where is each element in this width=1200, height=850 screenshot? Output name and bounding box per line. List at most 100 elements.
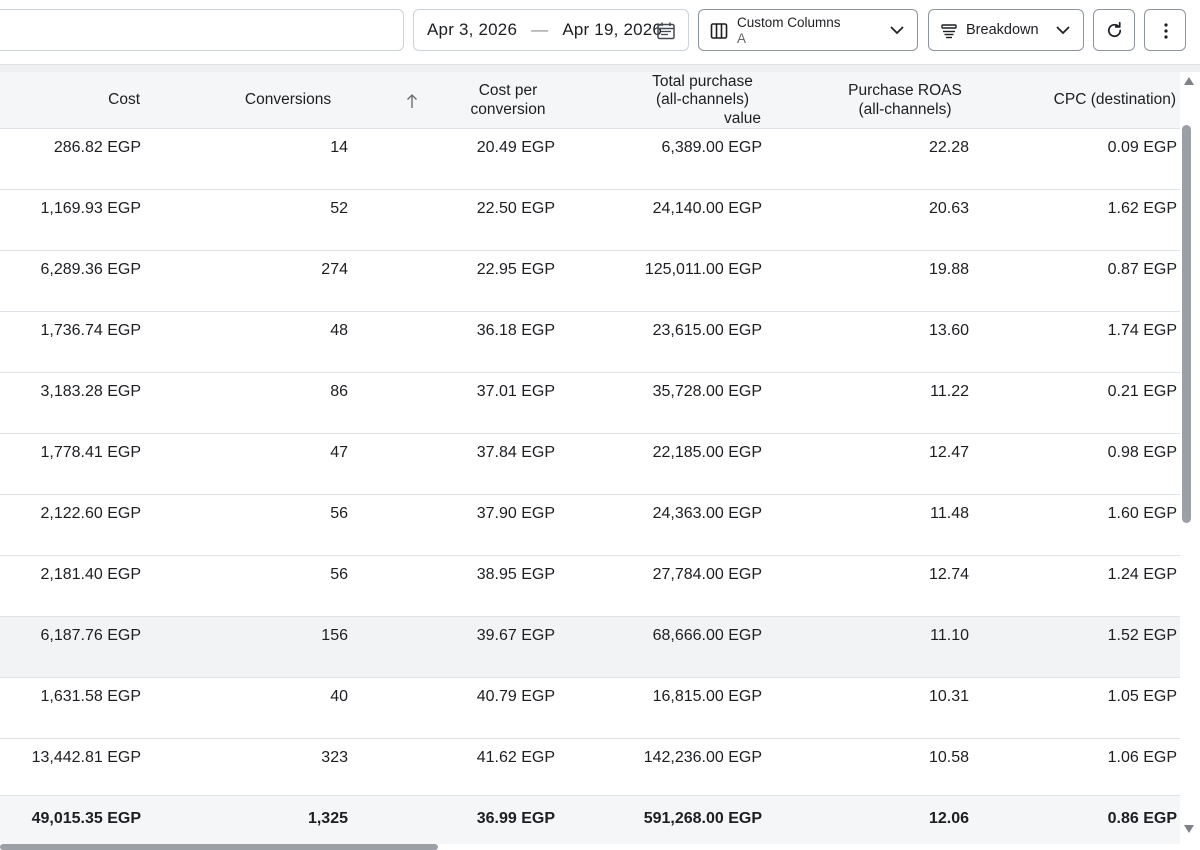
date-end: Apr 19, 2026 <box>562 20 663 39</box>
cell-conversions: 14 <box>330 139 348 156</box>
table-row[interactable]: 1,778.41 EGP 47 37.84 EGP 22,185.00 EGP 12.4… <box>0 434 1184 495</box>
vertical-scroll-thumb[interactable] <box>1182 125 1191 523</box>
cell-cost-per-conversion: 22.50 EGP <box>476 200 555 217</box>
cell-total-purchase-value: 68,666.00 EGP <box>652 627 762 644</box>
cell-cost: 3,183.28 EGP <box>40 383 141 400</box>
sort-ascending-arrow-icon[interactable] <box>405 92 419 110</box>
cell-conversions: 56 <box>330 505 348 522</box>
total-cost: 49,015.35 EGP <box>31 810 141 827</box>
cell-cost: 2,122.60 EGP <box>40 505 141 522</box>
scroll-down-arrow-icon[interactable] <box>1183 824 1195 834</box>
cell-total-purchase-value: 125,011.00 EGP <box>644 261 762 278</box>
cell-total-purchase-value: 22,185.00 EGP <box>652 444 762 461</box>
cell-purchase-roas: 12.47 <box>928 444 969 461</box>
custom-columns-preset: A <box>737 31 747 46</box>
cell-cost: 1,631.58 EGP <box>40 688 141 705</box>
cell-conversions: 156 <box>321 627 348 644</box>
cell-purchase-roas: 22.28 <box>928 139 969 156</box>
cell-purchase-roas: 19.88 <box>928 261 969 278</box>
cell-purchase-roas: 11.48 <box>930 505 969 522</box>
breakdown-icon <box>941 24 957 39</box>
cell-total-purchase-value: 24,140.00 EGP <box>652 200 762 217</box>
cell-cost-per-conversion: 39.67 EGP <box>476 627 555 644</box>
cell-cost: 2,181.40 EGP <box>40 566 141 583</box>
cell-cost: 6,187.76 EGP <box>40 627 141 644</box>
cell-cost: 1,778.41 EGP <box>40 444 141 461</box>
cell-cpc-destination: 1.62 EGP <box>1107 200 1177 217</box>
cell-cost: 1,169.93 EGP <box>40 200 141 217</box>
cell-conversions: 274 <box>321 261 348 278</box>
column-header-conversions[interactable]: Conversions <box>220 72 348 129</box>
cell-cost: 1,736.74 EGP <box>40 322 141 339</box>
table-row[interactable]: 6,187.76 EGP 156 39.67 EGP 68,666.00 EGP 11.… <box>0 617 1184 678</box>
cell-cpc-destination: 1.05 EGP <box>1107 688 1177 705</box>
refresh-icon <box>1107 21 1122 37</box>
total-cost-per-conversion: 36.99 EGP <box>476 810 555 827</box>
cell-cost: 286.82 EGP <box>53 139 141 156</box>
more-options-button[interactable] <box>1144 9 1186 51</box>
cell-cpc-destination: 1.24 EGP <box>1107 566 1177 583</box>
cell-total-purchase-value: 142,236.00 EGP <box>643 749 762 766</box>
cell-cost-per-conversion: 22.95 EGP <box>476 261 555 278</box>
cell-cpc-destination: 1.60 EGP <box>1107 505 1177 522</box>
cell-purchase-roas: 10.31 <box>928 688 969 705</box>
horizontal-scrollbar[interactable] <box>0 844 1184 850</box>
column-header-purchase-roas[interactable]: Purchase ROAS (all-channels) <box>820 72 990 129</box>
cell-purchase-roas: 11.10 <box>930 627 969 644</box>
cell-cpc-destination: 1.52 EGP <box>1107 627 1177 644</box>
cell-cpc-destination: 0.98 EGP <box>1107 444 1177 461</box>
cell-cpc-destination: 0.09 EGP <box>1107 139 1177 156</box>
chevron-down-icon <box>890 26 904 35</box>
column-header-cpc-destination[interactable]: CPC (destination) <box>1010 72 1176 129</box>
table-row[interactable]: 1,736.74 EGP 48 36.18 EGP 23,615.00 EGP 13.6… <box>0 312 1184 373</box>
total-purchase-value: 591,268.00 EGP <box>643 810 762 827</box>
table-row[interactable]: 6,289.36 EGP 274 22.95 EGP 125,011.00 EGP 19… <box>0 251 1184 312</box>
cell-cpc-destination: 0.87 EGP <box>1107 261 1177 278</box>
breakdown-dropdown[interactable]: Breakdown <box>928 9 1084 51</box>
cell-cost-per-conversion: 41.62 EGP <box>476 749 555 766</box>
column-header-cost-per-conversion[interactable]: Cost per conversion <box>430 72 586 129</box>
table-body: 286.82 EGP 14 20.49 EGP 6,389.00 EGP 22.28 0.… <box>0 129 1184 800</box>
toolbar-divider <box>0 64 1200 72</box>
cell-cost-per-conversion: 37.84 EGP <box>476 444 555 461</box>
table-row[interactable]: 1,169.93 EGP 52 22.50 EGP 24,140.00 EGP 20.6… <box>0 190 1184 251</box>
date-range-picker[interactable]: Apr 3, 2026 — Apr 19, 2026 <box>413 9 689 51</box>
custom-columns-dropdown[interactable]: Custom Columns A <box>698 9 918 51</box>
column-header-total-purchase-value[interactable]: Total purchase (all-channels) value <box>630 72 775 129</box>
breakdown-label: Breakdown <box>966 22 1039 38</box>
cell-purchase-roas: 20.63 <box>928 200 969 217</box>
cell-cost-per-conversion: 37.01 EGP <box>476 383 555 400</box>
cell-cpc-destination: 1.74 EGP <box>1107 322 1177 339</box>
column-header-cost[interactable]: Cost <box>0 72 140 129</box>
table-row[interactable]: 2,122.60 EGP 56 37.90 EGP 24,363.00 EGP 11.4… <box>0 495 1184 556</box>
cell-cost: 13,442.81 EGP <box>31 749 141 766</box>
cell-total-purchase-value: 23,615.00 EGP <box>652 322 762 339</box>
calendar-icon[interactable] <box>656 21 676 41</box>
table-row[interactable]: 3,183.28 EGP 86 37.01 EGP 35,728.00 EGP 11.2… <box>0 373 1184 434</box>
date-separator: — <box>531 20 549 39</box>
table-row[interactable]: 286.82 EGP 14 20.49 EGP 6,389.00 EGP 22.28 0.… <box>0 129 1184 190</box>
horizontal-scroll-thumb[interactable] <box>0 844 438 850</box>
scroll-up-arrow-icon[interactable] <box>1183 76 1195 86</box>
search-input[interactable] <box>0 9 404 51</box>
cell-conversions: 52 <box>330 200 348 217</box>
cell-conversions: 40 <box>330 688 348 705</box>
totals-row: 49,015.35 EGP 1,325 36.99 EGP 591,268.00… <box>0 795 1184 844</box>
cell-cost-per-conversion: 38.95 EGP <box>476 566 555 583</box>
toolbar: Apr 3, 2026 — Apr 19, 2026 Custom Column… <box>0 0 1200 64</box>
cell-cost-per-conversion: 37.90 EGP <box>476 505 555 522</box>
cell-cpc-destination: 1.06 EGP <box>1107 749 1177 766</box>
table-row[interactable]: 13,442.81 EGP 323 41.62 EGP 142,236.00 EGP 1… <box>0 739 1184 800</box>
total-conversions: 1,325 <box>307 810 348 827</box>
cell-conversions: 323 <box>321 749 348 766</box>
table-row[interactable]: 2,181.40 EGP 56 38.95 EGP 27,784.00 EGP 12.7… <box>0 556 1184 617</box>
cell-cpc-destination: 0.21 EGP <box>1107 383 1177 400</box>
cell-conversions: 56 <box>330 566 348 583</box>
cell-purchase-roas: 10.58 <box>928 749 969 766</box>
vertical-scrollbar[interactable] <box>1180 72 1200 844</box>
table-row[interactable]: 1,631.58 EGP 40 40.79 EGP 16,815.00 EGP 10.3… <box>0 678 1184 739</box>
cell-purchase-roas: 12.74 <box>928 566 969 583</box>
cell-conversions: 86 <box>330 383 348 400</box>
cell-total-purchase-value: 35,728.00 EGP <box>652 383 762 400</box>
refresh-button[interactable] <box>1093 9 1135 51</box>
